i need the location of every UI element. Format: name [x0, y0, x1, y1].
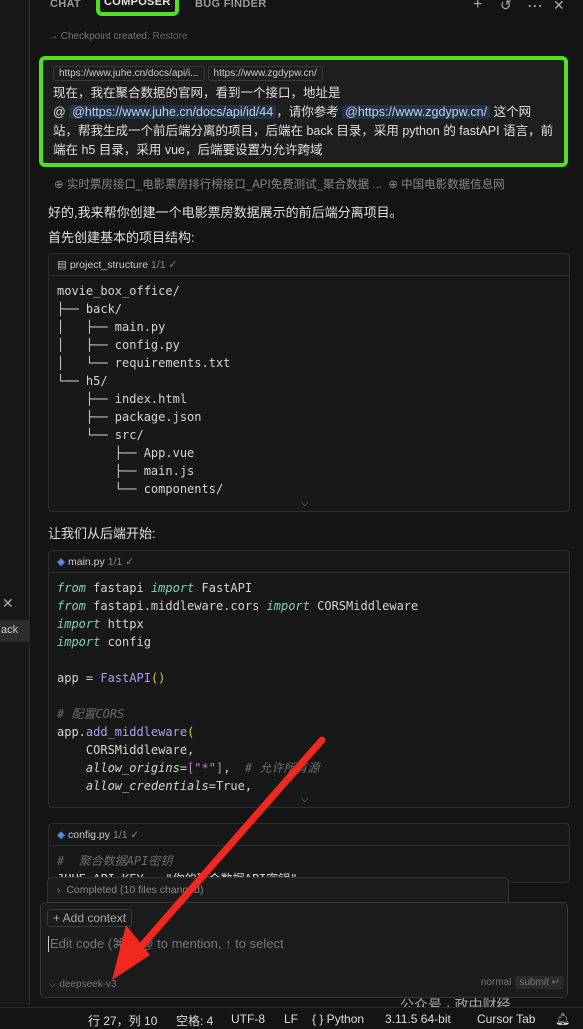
context-pill[interactable]: https://www.zgdypw.cn/ [207, 66, 323, 81]
file-name: main.py [68, 556, 105, 568]
completed-text: Completed (10 files changed) [66, 884, 204, 896]
add-context-button[interactable]: + Add context [47, 909, 133, 927]
context-pill[interactable]: https://www.juhe.cn/docs/api/i... [53, 66, 205, 81]
tab-composer[interactable]: COMPOSER [96, 0, 179, 16]
globe-icon: ⊕ [388, 179, 398, 191]
reference-link[interactable]: 中国电影数据信息网 [401, 179, 505, 191]
reply-text: 首先创建基本的项目结构: [48, 230, 195, 245]
code-content: movie_box_office/ ├── back/ │ ├── main.p… [57, 284, 231, 496]
file-name: project_structure [69, 259, 149, 271]
reply-text: 好的,我来帮你创建一个电影票房数据展示的前后端分离项目。 [48, 205, 403, 220]
code-block: ▤ project_structure 1/1 ✓ movie_box_offic… [48, 253, 570, 512]
more-icon[interactable]: ⋯ [527, 0, 543, 16]
submit-area: normal submit ↵ [481, 976, 564, 989]
model-selector[interactable]: ⌵ deepseek-v3 [49, 979, 117, 990]
mode-label[interactable]: normal [481, 977, 512, 988]
change-count: 1/1 ✓ [113, 829, 140, 841]
reply-text: 让我们从后端开始: [48, 526, 156, 541]
history-icon[interactable]: ↺ [500, 0, 512, 14]
code-comment: # 聚合数据API密钥 [57, 854, 173, 868]
globe-icon: ⊕ [54, 179, 64, 191]
encoding[interactable]: UTF-8 [231, 1012, 265, 1026]
checkpoint-notice: → Checkpoint created. Restore [48, 31, 188, 42]
code-content: from fastapi import FastAPI from fastapi… [57, 581, 419, 793]
user-message: https://www.juhe.cn/docs/api/i... https:/… [39, 56, 568, 167]
chevron-down-icon[interactable]: ⌵ [301, 794, 309, 805]
submit-button[interactable]: submit ↵ [515, 976, 564, 989]
composer-input[interactable]: + Add context Edit code (⌘I), @ to menti… [40, 902, 568, 998]
change-count: 1/1 ✓ [107, 556, 135, 568]
close-icon[interactable]: ✕ [2, 595, 14, 612]
cursor-tab[interactable]: Cursor Tab [477, 1012, 535, 1026]
cursor-position[interactable]: 行 27，列 10 [88, 1012, 157, 1029]
text: ，请你参考 [276, 105, 343, 119]
chevron-right-icon: › [57, 884, 61, 896]
code-block-header[interactable]: ▤ project_structure 1/1 ✓ [49, 254, 569, 276]
code-block: ◆ main.py 1/1 ✓ from fastapi import FastA… [48, 550, 570, 808]
prompt-input[interactable]: Edit code (⌘I), @ to mention, ↑ to selec… [48, 936, 284, 952]
left-panel-item[interactable]: ack [0, 620, 30, 642]
code-block-header[interactable]: ◆ config.py 1/1 ✓ [49, 824, 569, 846]
indentation[interactable]: 空格: 4 [176, 1012, 213, 1029]
message-text: 现在，我在聚合数据的官网，看到一个接口，地址是 @ @https://www.ju… [53, 84, 554, 160]
mention-link[interactable]: @https://www.zgdypw.cn/ [342, 105, 491, 119]
tab-bug-finder[interactable]: BUG FINDER [195, 0, 266, 10]
bell-icon[interactable]: 🔔︎ [555, 1012, 570, 1026]
code-block: ◆ config.py1/1 ✓ # 聚合数据API密钥 JUHE_API_KE… [48, 823, 570, 886]
left-panel: ✕ ack [0, 0, 30, 1005]
mention-link[interactable]: @https://www.juhe.cn/docs/api/id/44 [69, 105, 277, 119]
code-block-header[interactable]: ◆ main.py 1/1 ✓ [49, 551, 569, 573]
python-icon: ◆ [57, 556, 66, 568]
checkpoint-text: → Checkpoint created. [48, 31, 150, 42]
close-icon[interactable]: ✕ [553, 0, 565, 14]
composer-tabs: CHAT COMPOSER BUG FINDER + ↺ ⋯ ✕ [30, 0, 583, 22]
language-mode[interactable]: { } Python [312, 1012, 364, 1026]
restore-link[interactable]: Restore [153, 31, 188, 42]
text: 现在，我在聚合数据的官网，看到一个接口，地址是 [53, 86, 341, 100]
python-icon: ◆ [57, 829, 66, 841]
completed-summary[interactable]: › Completed (10 files changed) [47, 877, 509, 903]
line-ending[interactable]: LF [284, 1012, 298, 1026]
text: @ [53, 105, 66, 119]
change-count: 1/1 ✓ [151, 259, 178, 271]
status-bar: 行 27，列 10 空格: 4 UTF-8 LF { } Python 3.11… [0, 1007, 583, 1029]
chevron-down-icon[interactable]: ⌵ [301, 498, 309, 509]
file-icon: ▤ [57, 259, 67, 271]
tab-chat[interactable]: CHAT [50, 0, 81, 10]
reference-links: ⊕ 实时票房接口_电影票房排行榜接口_API免费测试_聚合数据 ... ⊕ 中国… [54, 176, 505, 192]
plus-icon[interactable]: + [473, 0, 482, 14]
file-name: config.py [68, 829, 111, 841]
reference-link[interactable]: 实时票房接口_电影票房排行榜接口_API免费测试_聚合数据 ... [67, 179, 382, 191]
python-interpreter[interactable]: 3.11.5 64-bit [385, 1012, 451, 1026]
